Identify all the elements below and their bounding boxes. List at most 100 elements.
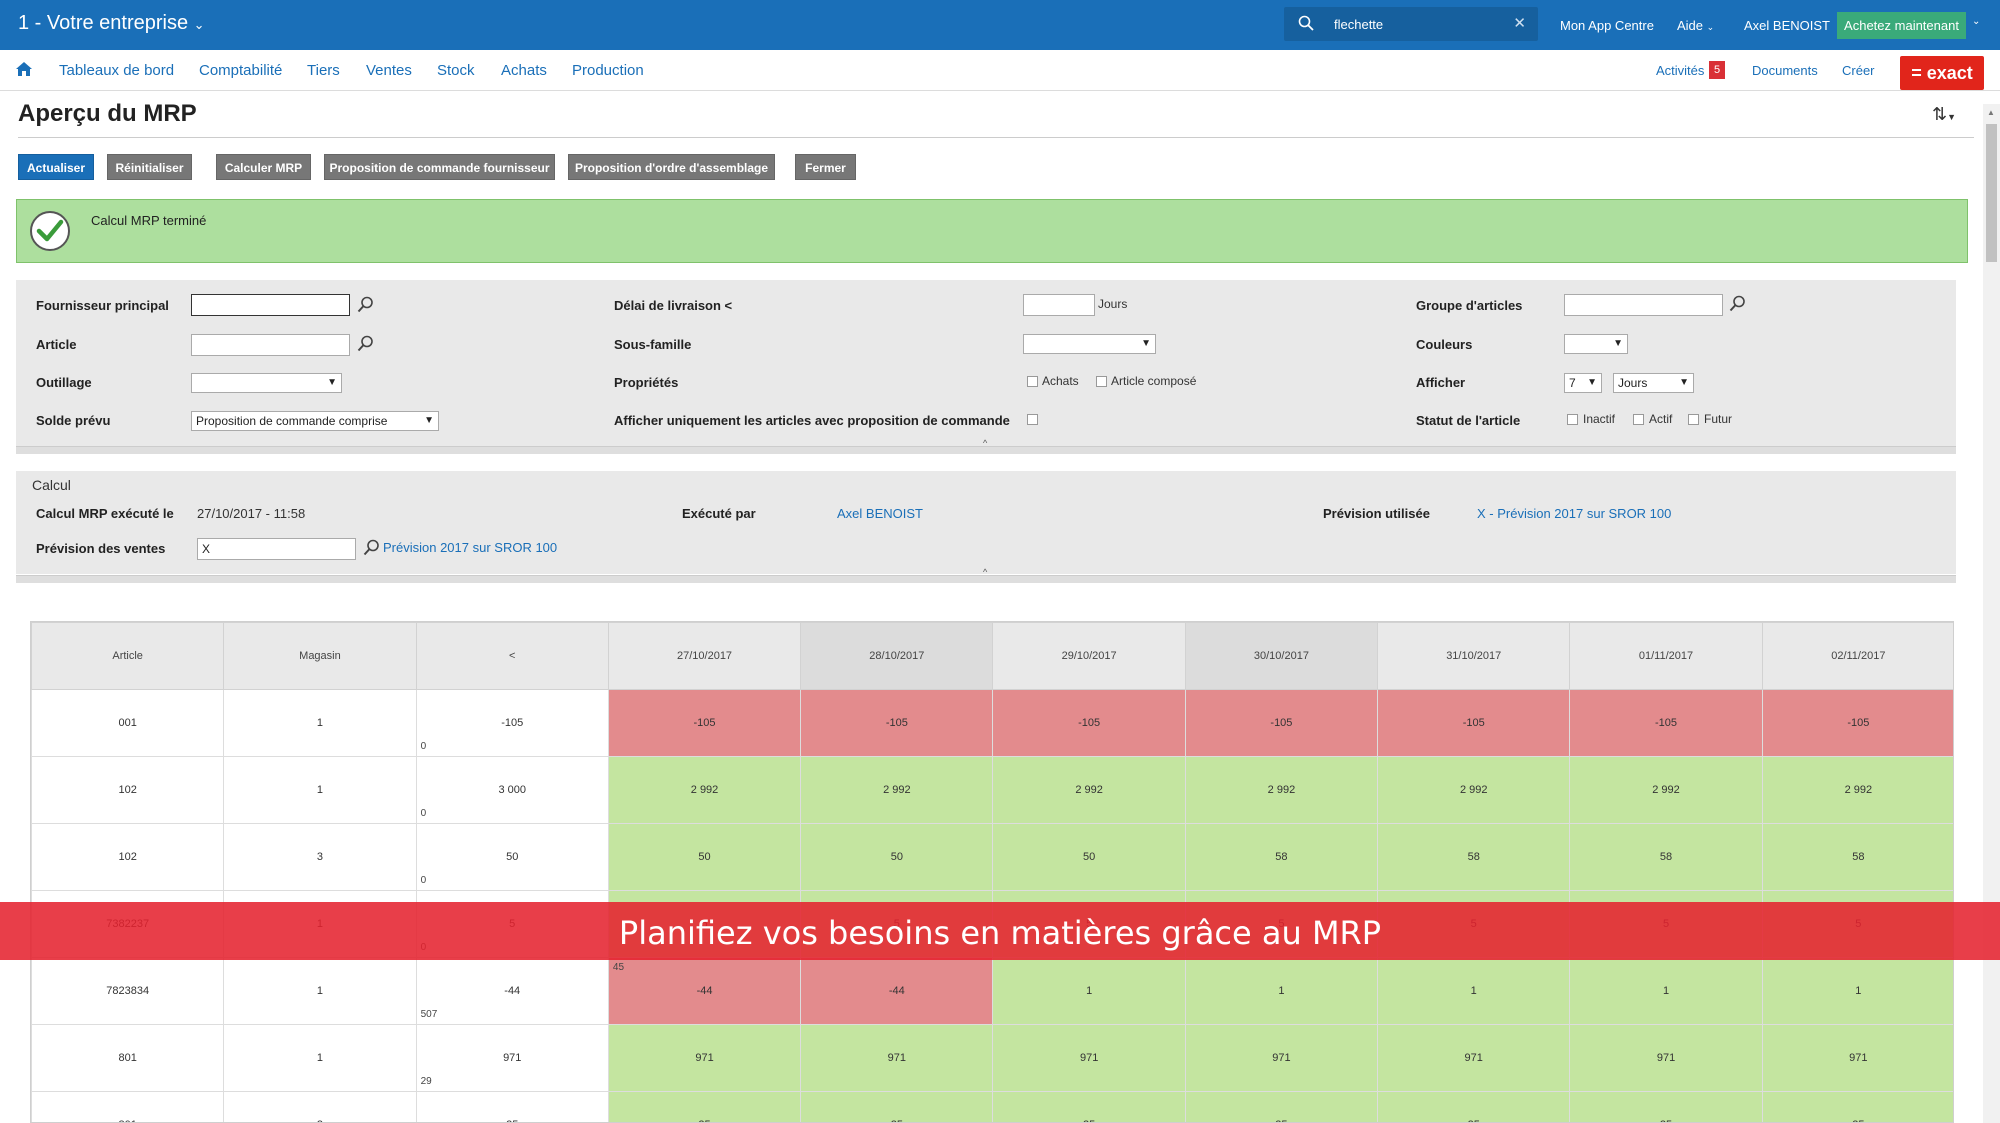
store-cell[interactable]: 1: [223, 756, 417, 824]
day-cell[interactable]: 971: [1184, 1024, 1379, 1092]
sales-forecast-input[interactable]: X: [197, 538, 356, 560]
day-cell[interactable]: 2 992: [992, 756, 1186, 824]
composed-article-checkbox[interactable]: [1096, 376, 1107, 387]
scroll-up-icon[interactable]: ▲: [1987, 108, 1995, 117]
before-cell[interactable]: -44 507: [415, 957, 609, 1025]
table-row[interactable]: 001 1 -105 0 -105 -105 -105 -105 -105 -105 -105: [31, 689, 1953, 757]
supplier-order-proposal-button[interactable]: Proposition de commande fournisseur: [324, 154, 555, 180]
store-cell[interactable]: 3: [223, 823, 417, 891]
column-header[interactable]: <: [415, 622, 609, 690]
day-cell[interactable]: 25: [1569, 1091, 1763, 1122]
menu-item-tiers[interactable]: Tiers: [307, 62, 340, 79]
day-cell[interactable]: 2 992: [1761, 756, 1953, 824]
article-cell[interactable]: 801: [31, 1091, 225, 1122]
menu-item-sales[interactable]: Ventes: [366, 62, 412, 79]
day-cell[interactable]: 971: [800, 1024, 994, 1092]
status-inactive-checkbox[interactable]: [1567, 414, 1578, 425]
search-icon[interactable]: [357, 296, 374, 313]
before-cell[interactable]: 50 0: [415, 823, 609, 891]
close-button[interactable]: Fermer: [795, 154, 856, 180]
status-future-checkbox[interactable]: [1688, 414, 1699, 425]
sort-options-icon[interactable]: ⇅▼: [1932, 104, 1956, 125]
day-cell[interactable]: 25: [800, 1091, 994, 1122]
article-group-input[interactable]: [1564, 294, 1723, 316]
reset-button[interactable]: Réinitialiser: [107, 154, 192, 180]
day-cell[interactable]: 1: [992, 957, 1186, 1025]
create-link[interactable]: Créer: [1842, 63, 1875, 78]
filters-collapse-bar[interactable]: ^: [16, 438, 1956, 454]
calculate-mrp-button[interactable]: Calculer MRP: [216, 154, 311, 180]
menu-item-accounting[interactable]: Comptabilité: [199, 62, 282, 79]
day-cell[interactable]: -105: [607, 689, 802, 757]
scrollbar-thumb[interactable]: [1986, 124, 1997, 262]
column-header[interactable]: 27/10/2017: [607, 622, 802, 690]
day-cell[interactable]: 25: [1377, 1091, 1571, 1122]
column-header[interactable]: 02/11/2017: [1761, 622, 1953, 690]
company-selector[interactable]: 1 - Votre entreprise ⌄: [18, 12, 205, 35]
expected-balance-select[interactable]: Proposition de commande comprise ▼: [191, 411, 439, 431]
day-cell[interactable]: -105: [1377, 689, 1571, 757]
day-cell[interactable]: -44: [800, 957, 994, 1025]
table-row[interactable]: 801 1 971 29 971 971 971 971 971 971 971: [31, 1024, 1953, 1092]
app-centre-link[interactable]: Mon App Centre: [1560, 18, 1654, 33]
assembly-order-proposal-button[interactable]: Proposition d'ordre d'assemblage: [568, 154, 775, 180]
page-scrollbar[interactable]: ▲: [1983, 104, 2000, 1123]
before-cell[interactable]: -105 0: [415, 689, 609, 757]
day-cell[interactable]: 50: [992, 823, 1186, 891]
day-cell[interactable]: 2 992: [607, 756, 802, 824]
display-count-select[interactable]: 7 ▼: [1564, 373, 1602, 393]
column-header[interactable]: Article: [31, 622, 225, 690]
column-header[interactable]: 28/10/2017: [800, 622, 994, 690]
executed-by-link[interactable]: Axel BENOIST: [837, 506, 923, 521]
article-cell[interactable]: 102: [31, 823, 225, 891]
table-row[interactable]: 102 1 3 000 0 2 992 2 992 2 992 2 992 2 992 2 992…: [31, 756, 1953, 824]
day-cell[interactable]: 58: [1761, 823, 1953, 891]
day-cell[interactable]: 1: [1377, 957, 1571, 1025]
store-cell[interactable]: 1: [223, 689, 417, 757]
tooling-select[interactable]: ▼: [191, 373, 342, 393]
day-cell[interactable]: 50: [607, 823, 802, 891]
before-cell[interactable]: 971 29: [415, 1024, 609, 1092]
day-cell[interactable]: 971: [992, 1024, 1186, 1092]
menu-item-dashboards[interactable]: Tableaux de bord: [59, 62, 174, 79]
day-cell[interactable]: 25: [992, 1091, 1186, 1122]
day-cell[interactable]: 1: [1184, 957, 1379, 1025]
colors-select[interactable]: ▼: [1564, 334, 1628, 354]
column-header[interactable]: Magasin: [223, 622, 417, 690]
search-icon[interactable]: [363, 539, 380, 556]
day-cell[interactable]: 2 992: [1184, 756, 1379, 824]
day-cell[interactable]: 1: [1761, 957, 1953, 1025]
search-input[interactable]: flechette: [1334, 17, 1383, 32]
before-cell[interactable]: 3 000 0: [415, 756, 609, 824]
before-cell[interactable]: 25: [415, 1091, 609, 1122]
article-cell[interactable]: 801: [31, 1024, 225, 1092]
calculation-collapse-bar[interactable]: ^: [16, 567, 1956, 583]
article-cell[interactable]: 102: [31, 756, 225, 824]
column-header[interactable]: 31/10/2017: [1377, 622, 1571, 690]
store-cell[interactable]: 1: [223, 1024, 417, 1092]
day-cell[interactable]: 25: [1184, 1091, 1379, 1122]
search-box[interactable]: flechette ✕: [1284, 7, 1538, 41]
day-cell[interactable]: -105: [992, 689, 1186, 757]
day-cell[interactable]: 25: [607, 1091, 802, 1122]
chevron-down-icon[interactable]: ⌄: [1972, 16, 1980, 27]
day-cell[interactable]: 58: [1377, 823, 1571, 891]
day-cell[interactable]: 58: [1569, 823, 1763, 891]
display-unit-select[interactable]: Jours ▼: [1613, 373, 1694, 393]
forecast-used-link[interactable]: X - Prévision 2017 sur SROR 100: [1477, 506, 1671, 521]
only-proposal-checkbox[interactable]: [1027, 414, 1038, 425]
day-cell[interactable]: -44 45: [607, 957, 802, 1025]
article-cell[interactable]: 001: [31, 689, 225, 757]
day-cell[interactable]: 2 992: [1377, 756, 1571, 824]
clear-icon[interactable]: ✕: [1513, 14, 1526, 32]
menu-item-stock[interactable]: Stock: [437, 62, 475, 79]
day-cell[interactable]: 1: [1569, 957, 1763, 1025]
store-cell[interactable]: 1: [223, 957, 417, 1025]
column-header[interactable]: 29/10/2017: [992, 622, 1186, 690]
column-header[interactable]: 30/10/2017: [1184, 622, 1379, 690]
home-icon[interactable]: [15, 61, 33, 77]
menu-item-purchases[interactable]: Achats: [501, 62, 547, 79]
day-cell[interactable]: 25: [1761, 1091, 1953, 1122]
article-cell[interactable]: 7823834: [31, 957, 225, 1025]
sales-forecast-link[interactable]: Prévision 2017 sur SROR 100: [383, 540, 557, 555]
